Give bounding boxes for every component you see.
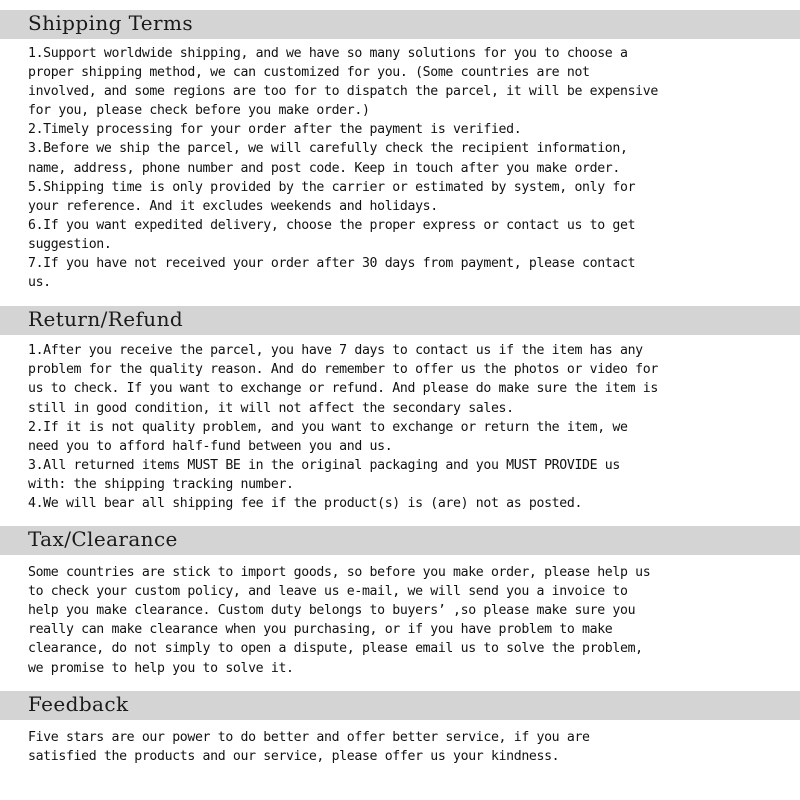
text-line: satisfied the products and our service, … <box>28 748 560 764</box>
text-line: 5.Shipping time is only provided by the … <box>28 179 636 195</box>
text-line: Some countries are stick to import goods… <box>28 565 651 581</box>
text-line: 1.Support worldwide shipping, and we hav… <box>28 46 628 61</box>
section-header-shipping-terms: Shipping Terms <box>0 10 800 39</box>
section-body-tax-clearance: Some countries are stick to import goods… <box>0 555 800 684</box>
section-heading-label: Return/Refund <box>28 307 184 332</box>
text-line: problem for the quality reason. And do r… <box>28 362 658 378</box>
text-line: 2.Timely processing for your order after… <box>28 122 522 138</box>
text-line: 6.If you want expedited delivery, choose… <box>28 217 636 233</box>
text-line: need you to afford half-fund between you… <box>28 438 393 454</box>
section-header-tax-clearance: Tax/Clearance <box>0 526 800 556</box>
text-line: help you make clearance. Custom duty bel… <box>28 603 636 619</box>
text-line: for you, please check before you make or… <box>28 103 370 119</box>
text-line: 1.After you receive the parcel, you have… <box>28 343 643 359</box>
section-heading-label: Shipping Terms <box>28 11 194 35</box>
text-line: really can make clearance when you purch… <box>28 622 613 638</box>
section-heading-label: Tax/Clearance <box>28 527 178 552</box>
section-header-feedback: Feedback <box>0 690 800 720</box>
text-line: us to check. If you want to exchange or … <box>28 381 658 397</box>
text-line: suggestion. <box>28 236 112 252</box>
section-shipping-terms: Shipping Terms 1.Support worldwide shipp… <box>0 10 800 298</box>
text-line: your reference. And it excludes weekends… <box>28 198 438 214</box>
text-line: 7.If you have not received your order af… <box>28 256 636 272</box>
text-line: with: the shipping tracking number. <box>28 476 294 492</box>
section-heading-label: Feedback <box>28 691 129 716</box>
text-line: we promise to help you to solve it. <box>28 660 294 676</box>
text-line: 2.If it is not quality problem, and you … <box>28 419 628 435</box>
section-header-return-refund: Return/Refund <box>0 306 800 336</box>
text-line: 3.Before we ship the parcel, we will car… <box>28 141 628 157</box>
text-line: Five stars are our power to do better an… <box>28 729 590 745</box>
text-line: us. <box>28 275 51 291</box>
section-tax-clearance: Tax/Clearance Some countries are stick t… <box>0 526 800 684</box>
text-line: 4.We will bear all shipping fee if the p… <box>28 495 583 511</box>
text-line: name, address, phone number and post cod… <box>28 160 620 176</box>
text-line: proper shipping method, we can customize… <box>28 65 590 81</box>
text-line: involved, and some regions are too for t… <box>28 84 658 100</box>
text-line: still in good condition, it will not aff… <box>28 400 514 416</box>
text-line: to check your custom policy, and leave u… <box>28 584 628 600</box>
section-body-return-refund: 1.After you receive the parcel, you have… <box>0 335 800 519</box>
section-return-refund: Return/Refund 1.After you receive the pa… <box>0 306 800 519</box>
section-body-feedback: Five stars are our power to do better an… <box>0 720 800 772</box>
section-feedback: Feedback Five stars are our power to do … <box>0 690 800 772</box>
policy-document-page: Shipping Terms 1.Support worldwide shipp… <box>0 0 800 800</box>
text-line: clearance, do not simply to open a dispu… <box>28 641 643 657</box>
text-line: 3.All returned items MUST BE in the orig… <box>28 457 620 473</box>
section-body-shipping-terms: 1.Support worldwide shipping, and we hav… <box>0 39 800 298</box>
